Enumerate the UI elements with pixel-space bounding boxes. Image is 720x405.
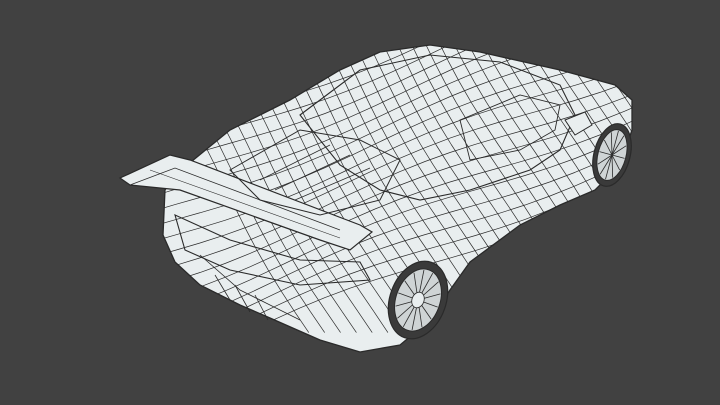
3d-viewport [0,0,720,405]
car-wireframe-model [118,44,633,353]
